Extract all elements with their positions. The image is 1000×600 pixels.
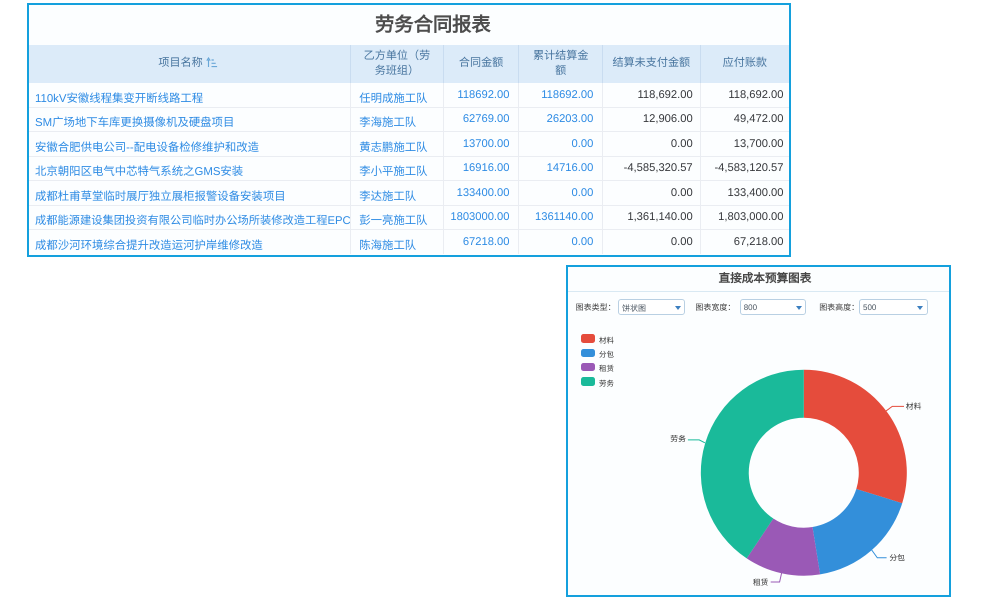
- svg-text:材料: 材料: [906, 402, 922, 411]
- svg-text:劳务: 劳务: [670, 435, 686, 444]
- svg-text:分包: 分包: [889, 553, 905, 562]
- svg-text:租赁: 租赁: [753, 578, 769, 587]
